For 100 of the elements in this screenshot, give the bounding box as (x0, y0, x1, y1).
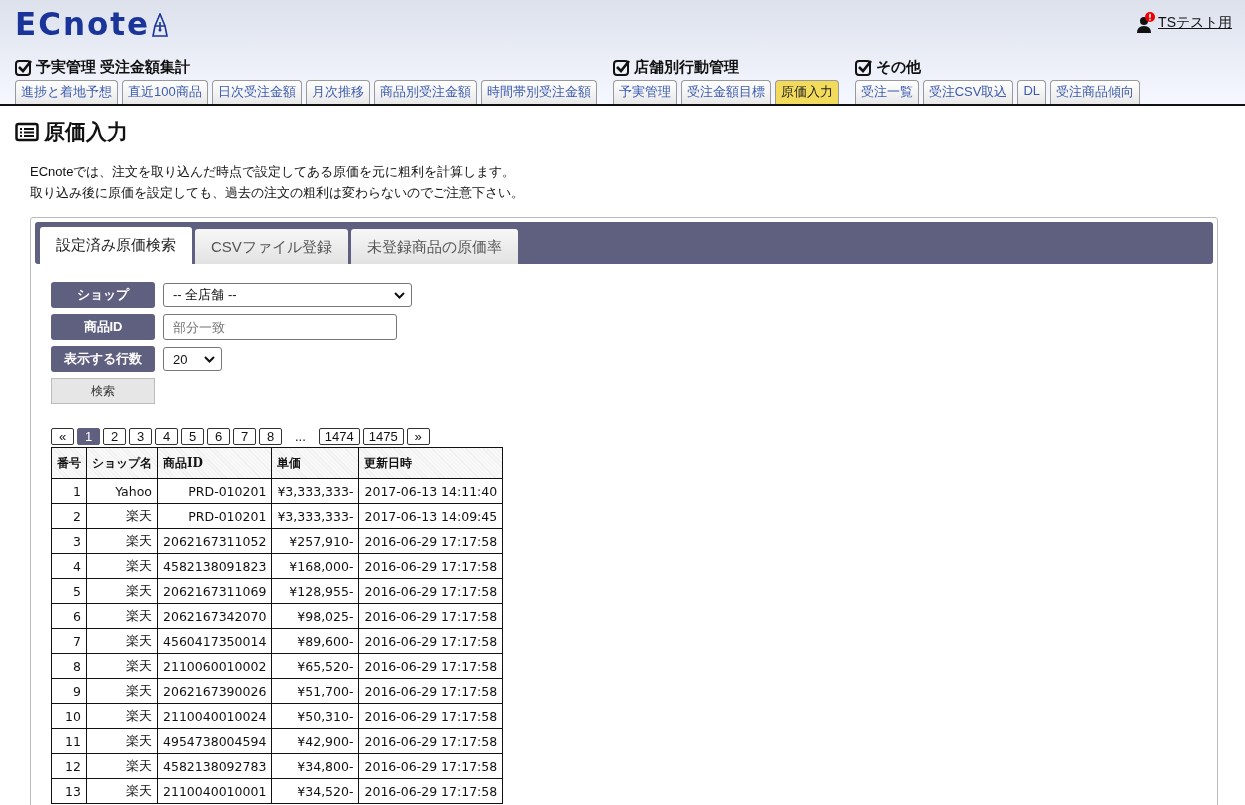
page-link[interactable]: 4 (155, 428, 178, 445)
logo-text[interactable]: ECnote (15, 4, 151, 42)
nav-tab[interactable]: 時間帯別受注金額 (480, 80, 597, 104)
table-cell: 10 (51, 703, 87, 729)
table-cell: 2 (51, 503, 87, 529)
table-cell: 4582138091823 (157, 553, 272, 579)
table-cell: 楽天 (86, 778, 158, 804)
nav-tab[interactable]: 月次推移 (305, 80, 370, 104)
field-label: 表示する行数 (51, 346, 155, 372)
table-cell: 11 (51, 728, 87, 754)
column-header: 商品ID (157, 447, 272, 479)
table-cell: ¥168,000- (271, 553, 359, 579)
table-cell: 2016-06-29 17:17:58 (359, 703, 503, 729)
column-header: 単価 (271, 447, 359, 479)
table-cell: 12 (51, 753, 87, 779)
user-alert-icon[interactable] (1136, 12, 1157, 34)
input-field[interactable]: 部分一致 (163, 314, 397, 340)
nav-tab[interactable]: 予実管理 (612, 80, 677, 104)
nav-tab[interactable]: 受注一覧 (854, 80, 919, 104)
search-button[interactable]: 検索 (51, 378, 155, 404)
table-cell: 楽天 (86, 528, 158, 554)
column-header: ショップ名 (86, 447, 158, 479)
field-label: ショップ (51, 282, 155, 308)
panel-tab[interactable]: CSVファイル登録 (195, 229, 348, 264)
table-cell: 2062167390026 (157, 678, 272, 704)
dropdown-value: 20 (173, 351, 188, 367)
table-cell: 楽天 (86, 753, 158, 779)
table-cell: 7 (51, 628, 87, 654)
table-cell: 楽天 (86, 653, 158, 679)
table-cell: 2016-06-29 17:17:58 (359, 553, 503, 579)
nav-tab[interactable]: 日次受注金額 (211, 80, 302, 104)
table-cell: 4560417350014 (157, 628, 272, 654)
table-cell: ¥257,910- (271, 528, 359, 554)
nav-tab[interactable]: 商品別受注金額 (373, 80, 477, 104)
chevron-down-icon (204, 355, 215, 363)
page-link[interactable]: 8 (259, 428, 282, 445)
chevron-down-icon (394, 291, 405, 299)
page-link[interactable]: « (51, 428, 74, 445)
table-cell: 2110060010002 (157, 653, 272, 679)
table-cell: 2016-06-29 17:17:58 (359, 578, 503, 604)
page-link[interactable]: 5 (181, 428, 204, 445)
table-cell: ¥128,955- (271, 578, 359, 604)
table-cell: 5 (51, 578, 87, 604)
table-cell: 楽天 (86, 503, 158, 529)
description-text: 取り込み後に原価を設定しても、過去の注文の粗利は変わらないのでご注意下さい。 (30, 184, 525, 202)
nav-tab[interactable]: 受注商品傾向 (1050, 80, 1141, 104)
page-title: 原価入力 (44, 119, 128, 145)
table-cell: ¥65,520- (271, 653, 359, 679)
user-link[interactable]: TSテスト用 (1158, 14, 1232, 32)
page-link[interactable]: 1475 (362, 428, 404, 445)
table-cell: 2016-06-29 17:17:58 (359, 628, 503, 654)
table-cell: 3 (51, 528, 87, 554)
table-cell: 楽天 (86, 628, 158, 654)
table-cell: 楽天 (86, 553, 158, 579)
nav-tab[interactable]: 原価入力 (774, 80, 839, 104)
page-link[interactable]: 7 (233, 428, 256, 445)
column-header: 更新日時 (359, 447, 503, 479)
nav-tab[interactable]: 進捗と着地予想 (15, 80, 118, 104)
table-cell: 2062167311069 (157, 578, 272, 604)
page-link[interactable]: » (406, 428, 430, 445)
page-link[interactable]: 1474 (318, 428, 360, 445)
table-cell: 6 (51, 603, 87, 629)
table-cell: ¥42,900- (271, 728, 359, 754)
table-cell: 2016-06-29 17:17:58 (359, 778, 503, 804)
table-cell: 2110040010024 (157, 703, 272, 729)
table-cell: 2016-06-29 17:17:58 (359, 728, 503, 754)
table-cell: 9 (51, 678, 87, 704)
table-cell: 4582138092783 (157, 753, 272, 779)
dropdown-value: -- 全店舗 -- (173, 286, 237, 304)
table-cell: ¥50,310- (271, 703, 359, 729)
nav-tab[interactable]: 受注CSV取込 (922, 80, 1014, 104)
table-cell: 楽天 (86, 678, 158, 704)
table-cell: ¥3,333,333- (271, 503, 359, 529)
page-link[interactable]: 2 (103, 428, 126, 445)
table-cell: ¥98,025- (271, 603, 359, 629)
dropdown[interactable]: 20 (163, 347, 222, 371)
description-text: ECnoteでは、注文を取り込んだ時点で設定してある原価を元に粗利を計算します。 (30, 163, 517, 181)
table-cell: ¥34,800- (271, 753, 359, 779)
table-cell: 楽天 (86, 703, 158, 729)
table-cell: 8 (51, 653, 87, 679)
nav-group-title: 予実管理 受注金額集計 (36, 57, 191, 77)
dropdown[interactable]: -- 全店舗 -- (163, 283, 412, 307)
page-link[interactable]: 6 (207, 428, 230, 445)
page-link[interactable]: 3 (129, 428, 152, 445)
table-cell: 2017-06-13 14:11:40 (359, 478, 503, 504)
column-header: 番号 (51, 447, 87, 479)
nav-group-title: 店舗別行動管理 (633, 57, 739, 77)
nav-tab[interactable]: 受注金額目標 (680, 80, 771, 104)
nav-tab[interactable]: 直近100商品 (122, 80, 208, 104)
table-cell: 楽天 (86, 728, 158, 754)
table-cell: 4 (51, 553, 87, 579)
page-link[interactable]: 1 (77, 428, 100, 445)
table-cell: 2017-06-13 14:09:45 (359, 503, 503, 529)
table-cell: ¥51,700- (271, 678, 359, 704)
panel-tab[interactable]: 設定済み原価検索 (40, 227, 192, 264)
list-icon (15, 122, 39, 142)
nav-tab[interactable]: DL (1017, 80, 1047, 104)
table-cell: PRD-010201 (157, 478, 272, 504)
table-cell: 1 (51, 478, 87, 504)
panel-tab[interactable]: 未登録商品の原価率 (350, 229, 518, 264)
